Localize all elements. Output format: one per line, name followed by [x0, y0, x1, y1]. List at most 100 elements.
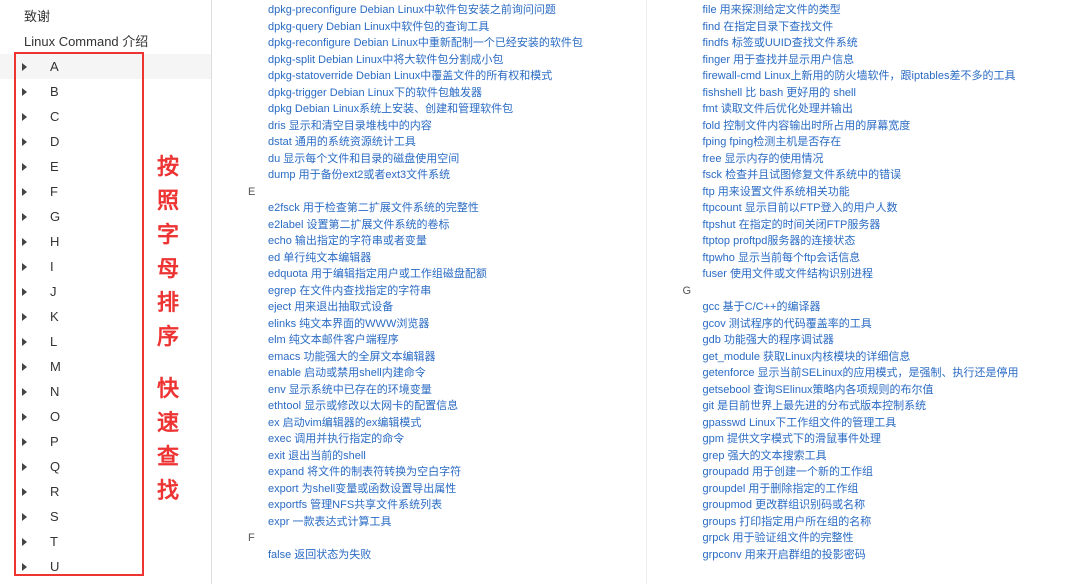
cmd-g-link[interactable]: groupmod 更改群组识别码或名称: [647, 497, 1080, 514]
cmd-d-link[interactable]: dump 用于备份ext2或者ext3文件系统: [212, 167, 646, 184]
sidebar-item-k[interactable]: K: [0, 304, 211, 329]
chevron-right-icon: [22, 88, 27, 96]
cmd-g-link[interactable]: gpm 提供文字模式下的滑鼠事件处理: [647, 431, 1080, 448]
chevron-right-icon: [22, 463, 27, 471]
cmd-g-link[interactable]: gcov 测试程序的代码覆盖率的工具: [647, 316, 1080, 333]
cmd-d-link[interactable]: dpkg-trigger Debian Linux下的软件包触发器: [212, 85, 646, 102]
sidebar-item-d[interactable]: D: [0, 129, 211, 154]
sidebar-item-f[interactable]: F: [0, 179, 211, 204]
sidebar-item-t[interactable]: T: [0, 529, 211, 554]
cmd-d-link[interactable]: dpkg Debian Linux系统上安装、创建和管理软件包: [212, 101, 646, 118]
sidebar-item-thanks[interactable]: 致谢: [0, 4, 211, 29]
cmd-f-link[interactable]: ftp 用来设置文件系统相关功能: [647, 184, 1080, 201]
chevron-right-icon: [22, 63, 27, 71]
cmd-f-link[interactable]: ftpshut 在指定的时间关闭FTP服务器: [647, 217, 1080, 234]
cmd-f-link[interactable]: file 用来探测给定文件的类型: [647, 2, 1080, 19]
cmd-e-link[interactable]: exec 调用并执行指定的命令: [212, 431, 646, 448]
cmd-d-link[interactable]: dpkg-query Debian Linux中软件包的查询工具: [212, 19, 646, 36]
cmd-f-link[interactable]: fping fping检测主机是否存在: [647, 134, 1080, 151]
chevron-right-icon: [22, 388, 27, 396]
sidebar-item-b[interactable]: B: [0, 79, 211, 104]
cmd-e-link[interactable]: export 为shell变量或函数设置导出属性: [212, 481, 646, 498]
cmd-e-link[interactable]: exportfs 管理NFS共享文件系统列表: [212, 497, 646, 514]
sidebar-letter-label: O: [50, 409, 60, 424]
cmd-g-link[interactable]: gdb 功能强大的程序调试器: [647, 332, 1080, 349]
cmd-f-link[interactable]: fuser 使用文件或文件结构识别进程: [647, 266, 1080, 283]
cmd-e-link[interactable]: ethtool 显示或修改以太网卡的配置信息: [212, 398, 646, 415]
cmd-g-link[interactable]: git 是目前世界上最先进的分布式版本控制系统: [647, 398, 1080, 415]
cmd-e-link[interactable]: enable 启动或禁用shell内建命令: [212, 365, 646, 382]
cmd-f-link[interactable]: ftpwho 显示当前每个ftp会话信息: [647, 250, 1080, 267]
cmd-e-link[interactable]: elm 纯文本邮件客户端程序: [212, 332, 646, 349]
sidebar-item-o[interactable]: O: [0, 404, 211, 429]
chevron-right-icon: [22, 538, 27, 546]
cmd-d-link[interactable]: dstat 通用的系统资源统计工具: [212, 134, 646, 151]
cmd-g-link[interactable]: gcc 基于C/C++的编译器: [647, 299, 1080, 316]
cmd-e-link[interactable]: edquota 用于编辑指定用户或工作组磁盘配额: [212, 266, 646, 283]
chevron-right-icon: [22, 113, 27, 121]
cmd-e-link[interactable]: expand 将文件的制表符转换为空白字符: [212, 464, 646, 481]
sidebar-item-e[interactable]: E: [0, 154, 211, 179]
cmd-e-link[interactable]: env 显示系统中已存在的环境变量: [212, 382, 646, 399]
cmd-e-link[interactable]: ex 启动vim编辑器的ex编辑模式: [212, 415, 646, 432]
sidebar-item-p[interactable]: P: [0, 429, 211, 454]
cmd-g-link[interactable]: grep 强大的文本搜索工具: [647, 448, 1080, 465]
cmd-e-link[interactable]: emacs 功能强大的全屏文本编辑器: [212, 349, 646, 366]
sidebar-item-j[interactable]: J: [0, 279, 211, 304]
sidebar-item-r[interactable]: R: [0, 479, 211, 504]
cmd-d-link[interactable]: dpkg-split Debian Linux中将大软件包分割成小包: [212, 52, 646, 69]
cmd-g-link[interactable]: getsebool 查询SElinux策略内各项规则的布尔值: [647, 382, 1080, 399]
cmd-f-link[interactable]: ftpcount 显示目前以FTP登入的用户人数: [647, 200, 1080, 217]
sidebar-item-g[interactable]: G: [0, 204, 211, 229]
sidebar: 致谢 Linux Command 介绍 ABCDEFGHIJKLMNOPQRST…: [0, 0, 212, 584]
sidebar-item-q[interactable]: Q: [0, 454, 211, 479]
sidebar-item-l[interactable]: L: [0, 329, 211, 354]
cmd-g-link[interactable]: gpasswd Linux下工作组文件的管理工具: [647, 415, 1080, 432]
cmd-e-link[interactable]: eject 用来退出抽取式设备: [212, 299, 646, 316]
sidebar-item-m[interactable]: M: [0, 354, 211, 379]
cmd-d-link[interactable]: dpkg-reconfigure Debian Linux中重新配制一个已经安装…: [212, 35, 646, 52]
sidebar-item-a[interactable]: A: [0, 54, 211, 79]
cmd-f-link[interactable]: fishshell 比 bash 更好用的 shell: [647, 85, 1080, 102]
sidebar-item-h[interactable]: H: [0, 229, 211, 254]
cmd-f-link[interactable]: fmt 读取文件后优化处理并输出: [647, 101, 1080, 118]
sidebar-item-i[interactable]: I: [0, 254, 211, 279]
cmd-e-link[interactable]: e2fsck 用于检查第二扩展文件系统的完整性: [212, 200, 646, 217]
cmd-f-link[interactable]: finger 用于查找并显示用户信息: [647, 52, 1080, 69]
sidebar-item-n[interactable]: N: [0, 379, 211, 404]
chevron-right-icon: [22, 313, 27, 321]
cmd-g-link[interactable]: groupdel 用于删除指定的工作组: [647, 481, 1080, 498]
cmd-e-link[interactable]: ed 单行纯文本编辑器: [212, 250, 646, 267]
cmd-f-link[interactable]: findfs 标签或UUID查找文件系统: [647, 35, 1080, 52]
cmd-e-link[interactable]: elinks 纯文本界面的WWW浏览器: [212, 316, 646, 333]
cmd-e-link[interactable]: e2label 设置第二扩展文件系统的卷标: [212, 217, 646, 234]
cmd-d-link[interactable]: du 显示每个文件和目录的磁盘使用空间: [212, 151, 646, 168]
sidebar-letter-label: D: [50, 134, 59, 149]
cmd-g-link[interactable]: groupadd 用于创建一个新的工作组: [647, 464, 1080, 481]
sidebar-item-intro[interactable]: Linux Command 介绍: [0, 29, 211, 54]
sidebar-item-c[interactable]: C: [0, 104, 211, 129]
cmd-e-link[interactable]: egrep 在文件内查找指定的字符串: [212, 283, 646, 300]
cmd-f-link[interactable]: firewall-cmd Linux上新用的防火墙软件，跟iptables差不多…: [647, 68, 1080, 85]
cmd-e-link[interactable]: exit 退出当前的shell: [212, 448, 646, 465]
cmd-d-link[interactable]: dris 显示和清空目录堆栈中的内容: [212, 118, 646, 135]
cmd-f-link[interactable]: fsck 检查并且试图修复文件系统中的错误: [647, 167, 1080, 184]
cmd-g-link[interactable]: get_module 获取Linux内核模块的详细信息: [647, 349, 1080, 366]
chevron-right-icon: [22, 563, 27, 571]
cmd-g-link[interactable]: groups 打印指定用户所在组的名称: [647, 514, 1080, 531]
cmd-f-link[interactable]: free 显示内存的使用情况: [647, 151, 1080, 168]
cmd-e-link[interactable]: echo 输出指定的字符串或者变量: [212, 233, 646, 250]
sidebar-item-s[interactable]: S: [0, 504, 211, 529]
cmd-f-link[interactable]: false 返回状态为失败: [212, 547, 646, 564]
cmd-g-link[interactable]: grpconv 用来开启群组的投影密码: [647, 547, 1080, 564]
cmd-d-link[interactable]: dpkg-statoverride Debian Linux中覆盖文件的所有权和…: [212, 68, 646, 85]
cmd-f-link[interactable]: fold 控制文件内容输出时所占用的屏幕宽度: [647, 118, 1080, 135]
cmd-f-link[interactable]: find 在指定目录下查找文件: [647, 19, 1080, 36]
cmd-e-link[interactable]: expr 一款表达式计算工具: [212, 514, 646, 531]
cmd-d-link[interactable]: dpkg-preconfigure Debian Linux中软件包安装之前询问…: [212, 2, 646, 19]
sidebar-item-u[interactable]: U: [0, 554, 211, 579]
chevron-right-icon: [22, 213, 27, 221]
cmd-g-link[interactable]: getenforce 显示当前SELinux的应用模式，是强制、执行还是停用: [647, 365, 1080, 382]
cmd-g-link[interactable]: grpck 用于验证组文件的完整性: [647, 530, 1080, 547]
cmd-f-link[interactable]: ftptop proftpd服务器的连接状态: [647, 233, 1080, 250]
